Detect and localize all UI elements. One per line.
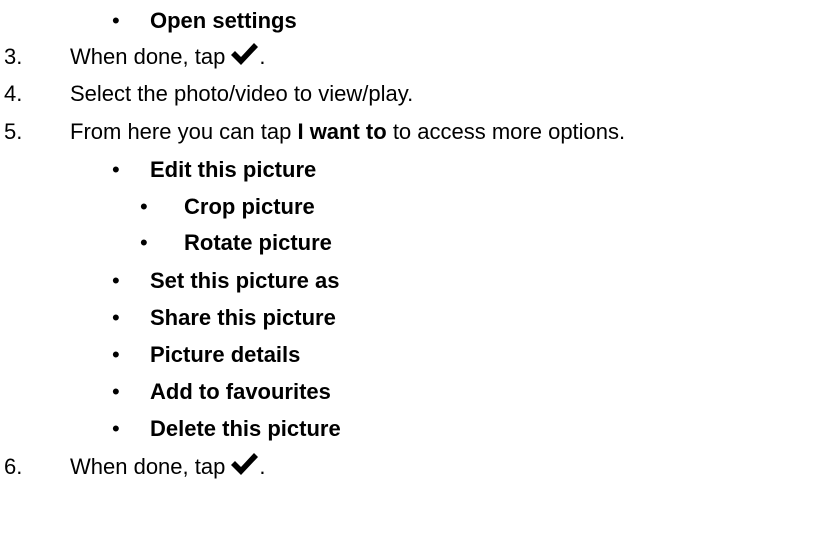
step-text: From here you can tap I want to to acces… [70, 115, 625, 149]
instruction-document: • Open settings 3. When done, tap. 4. Se… [0, 0, 825, 560]
step-number: 3. [4, 44, 23, 69]
i-want-to-label: I want to [297, 119, 387, 144]
open-settings-label: Open settings [150, 8, 297, 33]
bullet: • [112, 8, 120, 33]
step-number: 6. [4, 454, 23, 479]
step-number: 4. [4, 81, 23, 106]
share-picture-label: Share this picture [150, 305, 336, 330]
step-text: When done, tap. [70, 40, 265, 74]
bullet: • [112, 416, 120, 441]
add-favourites-label: Add to favourites [150, 379, 331, 404]
step-4-text: Select the photo/video to view/play. [70, 81, 414, 106]
picture-details-label: Picture details [150, 342, 301, 367]
step-text: When done, tap. [70, 450, 265, 484]
edit-picture-label: Edit this picture [150, 157, 317, 182]
step-6-text: When done, tap [70, 454, 226, 479]
crop-picture-label: Crop picture [184, 194, 315, 219]
step-3-period: . [259, 44, 266, 69]
checkmark-icon [229, 42, 259, 68]
checkmark-icon [229, 452, 259, 478]
bullet: • [112, 268, 120, 293]
bullet: • [140, 194, 148, 219]
rotate-picture-label: Rotate picture [184, 230, 332, 255]
bullet: • [112, 305, 120, 330]
step-number: 5. [4, 119, 23, 144]
set-picture-as-label: Set this picture as [150, 268, 340, 293]
bullet: • [112, 157, 120, 182]
step-6-period: . [259, 454, 266, 479]
step-5-post: to access more options. [392, 119, 626, 144]
delete-picture-label: Delete this picture [150, 416, 341, 441]
bullet: • [112, 379, 120, 404]
step-3-text: When done, tap [70, 44, 226, 69]
step-5-pre: From here you can tap [70, 119, 292, 144]
bullet: • [112, 342, 120, 367]
bullet: • [140, 230, 148, 255]
